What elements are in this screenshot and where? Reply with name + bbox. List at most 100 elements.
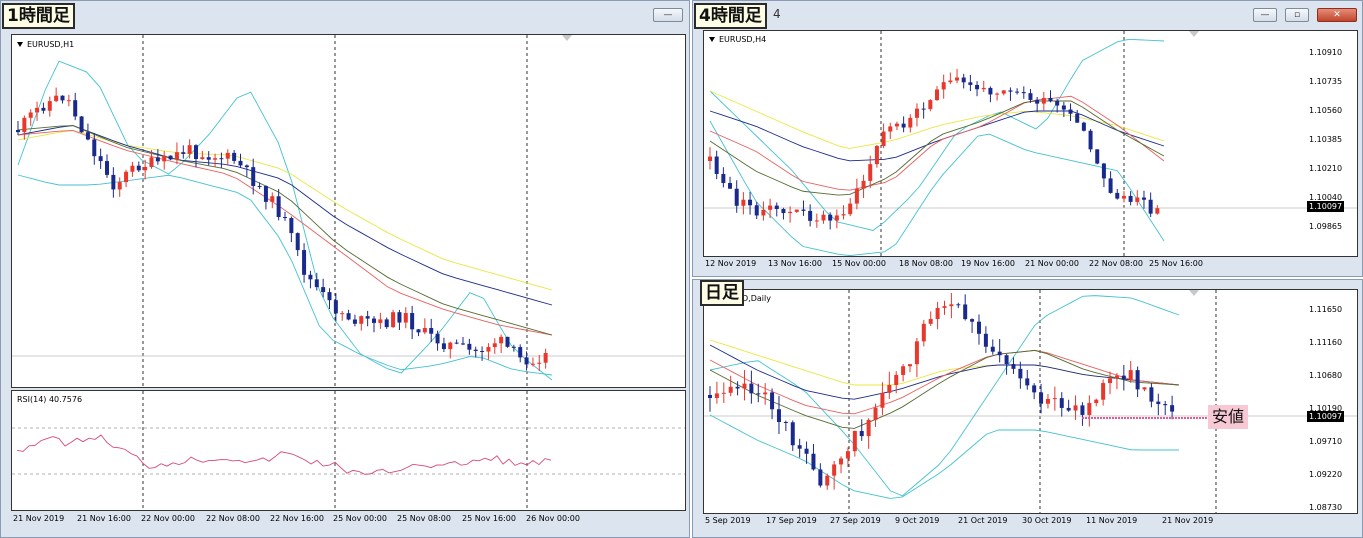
candle-body	[314, 279, 319, 288]
h1-chart-window[interactable]: — EURUSD,H1 RSI(14) 40.7576 21 Nov 2019 2…	[0, 0, 690, 538]
candle-body	[794, 209, 799, 212]
close-button[interactable]: ✕	[1317, 8, 1357, 22]
x-tick-label: 25 Nov 16:00	[1149, 259, 1203, 268]
candle-body	[244, 165, 249, 168]
candle-body	[467, 343, 472, 350]
candle-body	[1055, 100, 1060, 106]
candle-body	[162, 155, 167, 162]
candle-body	[1142, 387, 1147, 390]
h1-symbol-label[interactable]: EURUSD,H1	[17, 40, 74, 49]
d1-chart-window[interactable]: D,Daily 5 Sep 2019 17 Sep 2019 27 Sep 2019…	[692, 279, 1363, 538]
h4-candles-svg	[704, 31, 1357, 256]
x-tick-label: 15 Nov 00:00	[832, 259, 886, 268]
candle-body	[948, 80, 953, 83]
candle-body	[1021, 92, 1026, 94]
candle-body	[949, 304, 954, 307]
candle-body	[435, 333, 440, 344]
candle-body	[486, 347, 491, 352]
h4-symbol-text: EURUSD,H4	[719, 35, 767, 44]
h4-title-suffix: 4	[773, 7, 781, 21]
candle-body	[1170, 405, 1175, 412]
candle-body	[997, 351, 1002, 356]
candle-body	[1088, 130, 1093, 150]
candle-body	[283, 217, 287, 219]
candle-body	[174, 152, 179, 160]
candle-body	[1045, 398, 1050, 404]
candle-body	[41, 107, 46, 111]
candle-body	[1095, 149, 1100, 164]
candle-body	[914, 341, 919, 365]
candle-body	[983, 333, 988, 347]
candle-body	[866, 419, 871, 437]
h1-titlebar[interactable]: —	[1, 1, 689, 27]
candle-body	[880, 392, 885, 408]
candle-body	[921, 108, 926, 110]
candle-body	[155, 157, 160, 162]
candle-body	[845, 451, 850, 459]
candle-body	[124, 171, 129, 183]
candle-body	[749, 383, 754, 394]
d1-main-chart[interactable]: D,Daily	[703, 289, 1358, 514]
candle-body	[1128, 370, 1133, 380]
candle-body	[783, 422, 788, 424]
candle-body	[756, 393, 761, 395]
candle-body	[346, 313, 351, 320]
candle-body	[537, 362, 542, 364]
candle-body	[302, 250, 307, 275]
candle-body	[928, 319, 933, 324]
h4-symbol-label[interactable]: EURUSD,H4	[709, 35, 766, 44]
candle-body	[818, 469, 823, 486]
candle-body	[714, 393, 719, 398]
candle-body	[976, 321, 981, 334]
indicator-line	[709, 100, 1165, 196]
candle-body	[359, 316, 364, 324]
x-tick-label: 25 Nov 16:00	[462, 514, 516, 523]
candle-body	[935, 89, 939, 101]
rsi-line	[16, 434, 552, 475]
x-tick-label: 21 Nov 2019	[13, 514, 65, 523]
candle-body	[1155, 208, 1160, 214]
candle-body	[257, 185, 262, 187]
candle-body	[1073, 405, 1078, 411]
candle-body	[763, 392, 768, 395]
candle-body	[1039, 392, 1044, 404]
y-tick-label: 1.08730	[1309, 503, 1343, 512]
h4-main-chart[interactable]: EURUSD,H4	[703, 30, 1358, 257]
candle-body	[276, 196, 281, 218]
h1-rsi-panel[interactable]: RSI(14) 40.7576	[11, 390, 686, 511]
candle-body	[492, 343, 497, 348]
candle-body	[1061, 105, 1066, 110]
candle-body	[1108, 378, 1113, 384]
candle-body	[908, 117, 913, 128]
h4-titlebar[interactable]: 4 — ▫ ✕	[693, 1, 1362, 27]
candle-body	[894, 374, 899, 385]
maximize-button[interactable]: ▫	[1285, 8, 1309, 22]
candle-body	[1048, 97, 1053, 101]
candle-body	[1075, 113, 1080, 123]
h4-sticker: 4時間足	[694, 3, 767, 29]
candle-body	[73, 100, 78, 117]
candle-body	[499, 336, 504, 344]
candle-body	[200, 157, 205, 159]
h1-main-chart[interactable]: EURUSD,H1	[11, 34, 686, 388]
candle-body	[422, 327, 427, 333]
candle-body	[105, 161, 109, 175]
minimize-button[interactable]: —	[653, 8, 683, 22]
candle-body	[391, 312, 396, 328]
candle-body	[410, 313, 415, 330]
candle-body	[524, 357, 529, 365]
candle-body	[416, 329, 421, 333]
candle-body	[804, 448, 809, 454]
minimize-button[interactable]: —	[1253, 8, 1277, 22]
candle-body	[788, 211, 793, 214]
x-tick-label: 9 Oct 2019	[895, 516, 940, 525]
x-tick-label: 26 Nov 00:00	[526, 514, 580, 523]
candle-body	[839, 458, 844, 465]
candle-body	[1121, 195, 1126, 199]
candle-body	[136, 165, 141, 171]
candle-body	[735, 386, 740, 389]
d1-sticker: 日足	[700, 280, 744, 306]
candle-body	[894, 123, 899, 127]
h4-chart-window[interactable]: 4 — ▫ ✕ EURUSD,H4 12 Nov 2019 13 Nov 16:0…	[692, 0, 1363, 277]
h1-sticker: 1時間足	[2, 3, 75, 29]
